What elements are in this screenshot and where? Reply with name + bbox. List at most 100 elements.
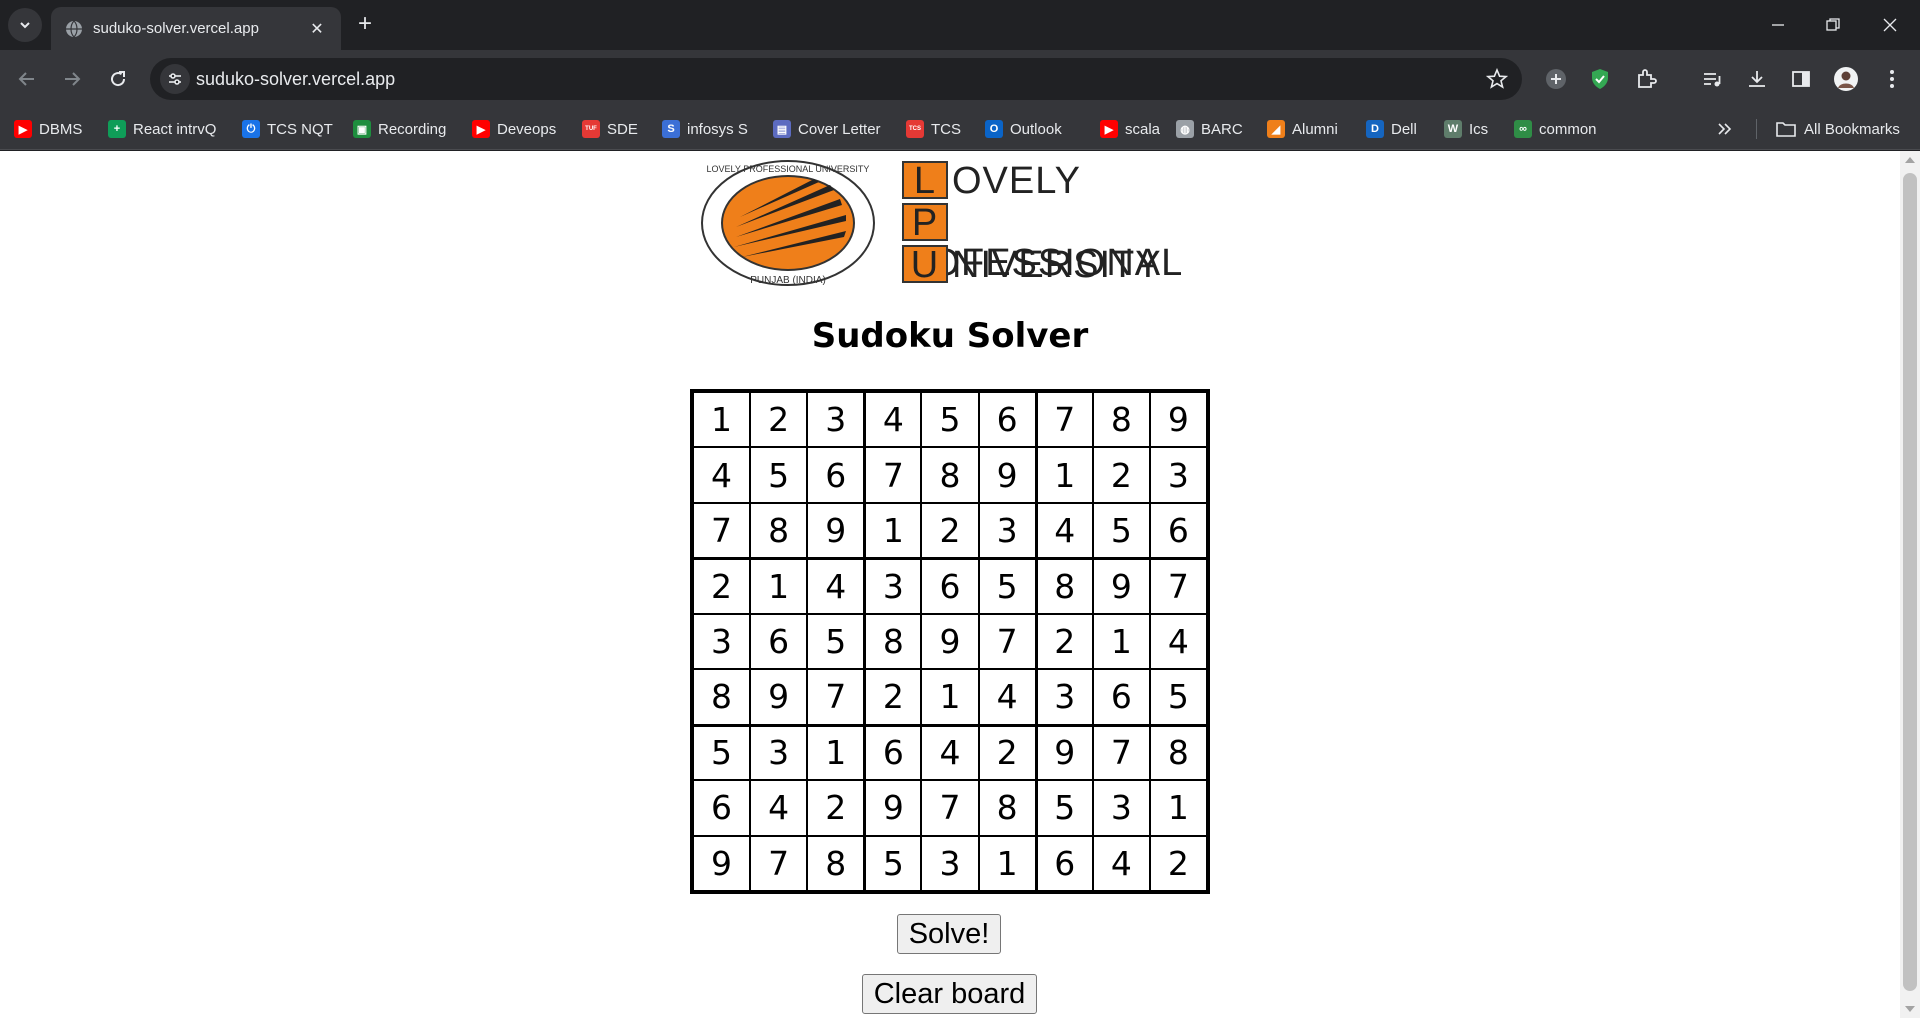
sudoku-cell[interactable]: 5 — [921, 392, 979, 448]
sudoku-cell[interactable]: 8 — [750, 502, 808, 559]
bookmark-dbms[interactable]: ▶ DBMS — [14, 116, 82, 142]
sudoku-cell[interactable]: 6 — [807, 447, 865, 503]
sudoku-cell[interactable]: 2 — [807, 780, 865, 836]
sudoku-cell[interactable]: 8 — [921, 447, 979, 503]
sudoku-cell[interactable]: 1 — [864, 502, 922, 559]
bookmark-tcs-nqt[interactable]: ⏻ TCS NQT — [242, 116, 333, 142]
sudoku-cell[interactable]: 9 — [978, 447, 1036, 503]
sudoku-cell[interactable]: 1 — [807, 724, 865, 781]
sudoku-cell[interactable]: 5 — [1092, 502, 1150, 559]
sudoku-cell[interactable]: 6 — [978, 392, 1036, 448]
sudoku-cell[interactable]: 1 — [1092, 613, 1150, 670]
sudoku-cell[interactable]: 7 — [693, 502, 751, 559]
sudoku-cell[interactable]: 4 — [978, 669, 1036, 725]
side-panel-icon[interactable] — [1787, 65, 1815, 93]
bookmark-star-icon[interactable] — [1486, 68, 1508, 90]
sudoku-cell[interactable]: 9 — [864, 780, 922, 836]
extension-add-icon[interactable] — [1542, 65, 1570, 93]
sudoku-cell[interactable]: 2 — [693, 558, 751, 614]
sudoku-cell[interactable]: 3 — [693, 613, 751, 670]
sudoku-cell[interactable]: 2 — [864, 669, 922, 725]
extensions-puzzle-icon[interactable] — [1632, 65, 1660, 93]
scrollbar-thumb[interactable] — [1903, 173, 1917, 991]
bookmark-ics[interactable]: W Ics — [1444, 116, 1488, 142]
sudoku-cell[interactable]: 1 — [921, 669, 979, 725]
sudoku-cell[interactable]: 5 — [750, 447, 808, 503]
sudoku-cell[interactable]: 8 — [1092, 392, 1150, 448]
sudoku-cell[interactable]: 1 — [978, 835, 1036, 891]
sudoku-cell[interactable]: 4 — [693, 447, 751, 503]
sudoku-cell[interactable]: 4 — [864, 392, 922, 448]
new-tab-button[interactable]: + — [352, 12, 378, 38]
sudoku-cell[interactable]: 7 — [1092, 724, 1150, 781]
sudoku-cell[interactable]: 2 — [978, 724, 1036, 781]
forward-button[interactable] — [57, 64, 87, 94]
sudoku-cell[interactable]: 4 — [750, 780, 808, 836]
bookmark-cover-letter[interactable]: ▤ Cover Letter — [773, 116, 881, 142]
sudoku-cell[interactable]: 8 — [1035, 558, 1093, 614]
sudoku-cell[interactable]: 3 — [978, 502, 1036, 559]
sudoku-cell[interactable]: 1 — [1035, 447, 1093, 503]
minimize-button[interactable] — [1758, 10, 1798, 40]
sudoku-cell[interactable]: 7 — [807, 669, 865, 725]
sudoku-cell[interactable]: 6 — [921, 558, 979, 614]
reload-button[interactable] — [103, 64, 133, 94]
sudoku-cell[interactable]: 2 — [1092, 447, 1150, 503]
menu-kebab-icon[interactable] — [1878, 65, 1906, 93]
sudoku-cell[interactable]: 2 — [1035, 613, 1093, 670]
sudoku-cell[interactable]: 9 — [807, 502, 865, 559]
sudoku-cell[interactable]: 5 — [1149, 669, 1207, 725]
sudoku-cell[interactable]: 7 — [921, 780, 979, 836]
browser-tab-active[interactable]: suduko-solver.vercel.app ✕ — [51, 7, 341, 50]
sudoku-cell[interactable]: 8 — [693, 669, 751, 725]
sudoku-cell[interactable]: 1 — [693, 392, 751, 448]
sudoku-cell[interactable]: 5 — [978, 558, 1036, 614]
sudoku-cell[interactable]: 6 — [693, 780, 751, 836]
sudoku-cell[interactable]: 7 — [1035, 392, 1093, 448]
sudoku-cell[interactable]: 5 — [807, 613, 865, 670]
sudoku-cell[interactable]: 4 — [1092, 835, 1150, 891]
close-window-button[interactable] — [1870, 10, 1910, 40]
profile-avatar[interactable] — [1832, 65, 1860, 93]
sudoku-cell[interactable]: 2 — [921, 502, 979, 559]
sudoku-cell[interactable]: 5 — [1035, 780, 1093, 836]
site-info-button[interactable] — [160, 64, 190, 94]
bookmark-dell[interactable]: D Dell — [1366, 116, 1417, 142]
sudoku-cell[interactable]: 5 — [864, 835, 922, 891]
sudoku-cell[interactable]: 2 — [750, 392, 808, 448]
sudoku-cell[interactable]: 6 — [1149, 502, 1207, 559]
address-bar[interactable]: suduko-solver.vercel.app — [150, 58, 1522, 100]
shield-icon[interactable] — [1586, 65, 1614, 93]
sudoku-cell[interactable]: 4 — [1149, 613, 1207, 670]
sudoku-cell[interactable]: 3 — [1035, 669, 1093, 725]
bookmark-recording[interactable]: ▣ Recording — [353, 116, 446, 142]
sudoku-cell[interactable]: 9 — [1149, 392, 1207, 448]
sudoku-cell[interactable]: 1 — [750, 558, 808, 614]
sudoku-cell[interactable]: 8 — [864, 613, 922, 670]
close-tab-icon[interactable]: ✕ — [307, 19, 327, 39]
bookmark-infosys-s[interactable]: Sinfosys S — [662, 116, 748, 142]
solve-button[interactable]: Solve! — [897, 914, 1001, 954]
restore-button[interactable] — [1813, 10, 1853, 40]
sudoku-cell[interactable]: 6 — [1035, 835, 1093, 891]
sudoku-cell[interactable]: 2 — [1149, 835, 1207, 891]
sudoku-cell[interactable]: 4 — [921, 724, 979, 781]
sudoku-cell[interactable]: 3 — [807, 392, 865, 448]
bookmark-tcs[interactable]: TCS TCS — [906, 116, 961, 142]
all-bookmarks-button[interactable]: All Bookmarks — [1776, 116, 1900, 142]
sudoku-cell[interactable]: 8 — [1149, 724, 1207, 781]
sudoku-cell[interactable]: 3 — [864, 558, 922, 614]
scroll-down-arrow-icon[interactable] — [1905, 1006, 1915, 1012]
sudoku-cell[interactable]: 5 — [693, 724, 751, 781]
sudoku-cell[interactable]: 8 — [978, 780, 1036, 836]
download-icon[interactable] — [1743, 65, 1771, 93]
sudoku-cell[interactable]: 7 — [750, 835, 808, 891]
sudoku-cell[interactable]: 9 — [921, 613, 979, 670]
sudoku-cell[interactable]: 3 — [1092, 780, 1150, 836]
sudoku-cell[interactable]: 3 — [750, 724, 808, 781]
sudoku-cell[interactable]: 6 — [750, 613, 808, 670]
bookmark-alumni[interactable]: ◢ Alumni — [1267, 116, 1338, 142]
sudoku-cell[interactable]: 7 — [1149, 558, 1207, 614]
sudoku-cell[interactable]: 8 — [807, 835, 865, 891]
sudoku-cell[interactable]: 9 — [693, 835, 751, 891]
